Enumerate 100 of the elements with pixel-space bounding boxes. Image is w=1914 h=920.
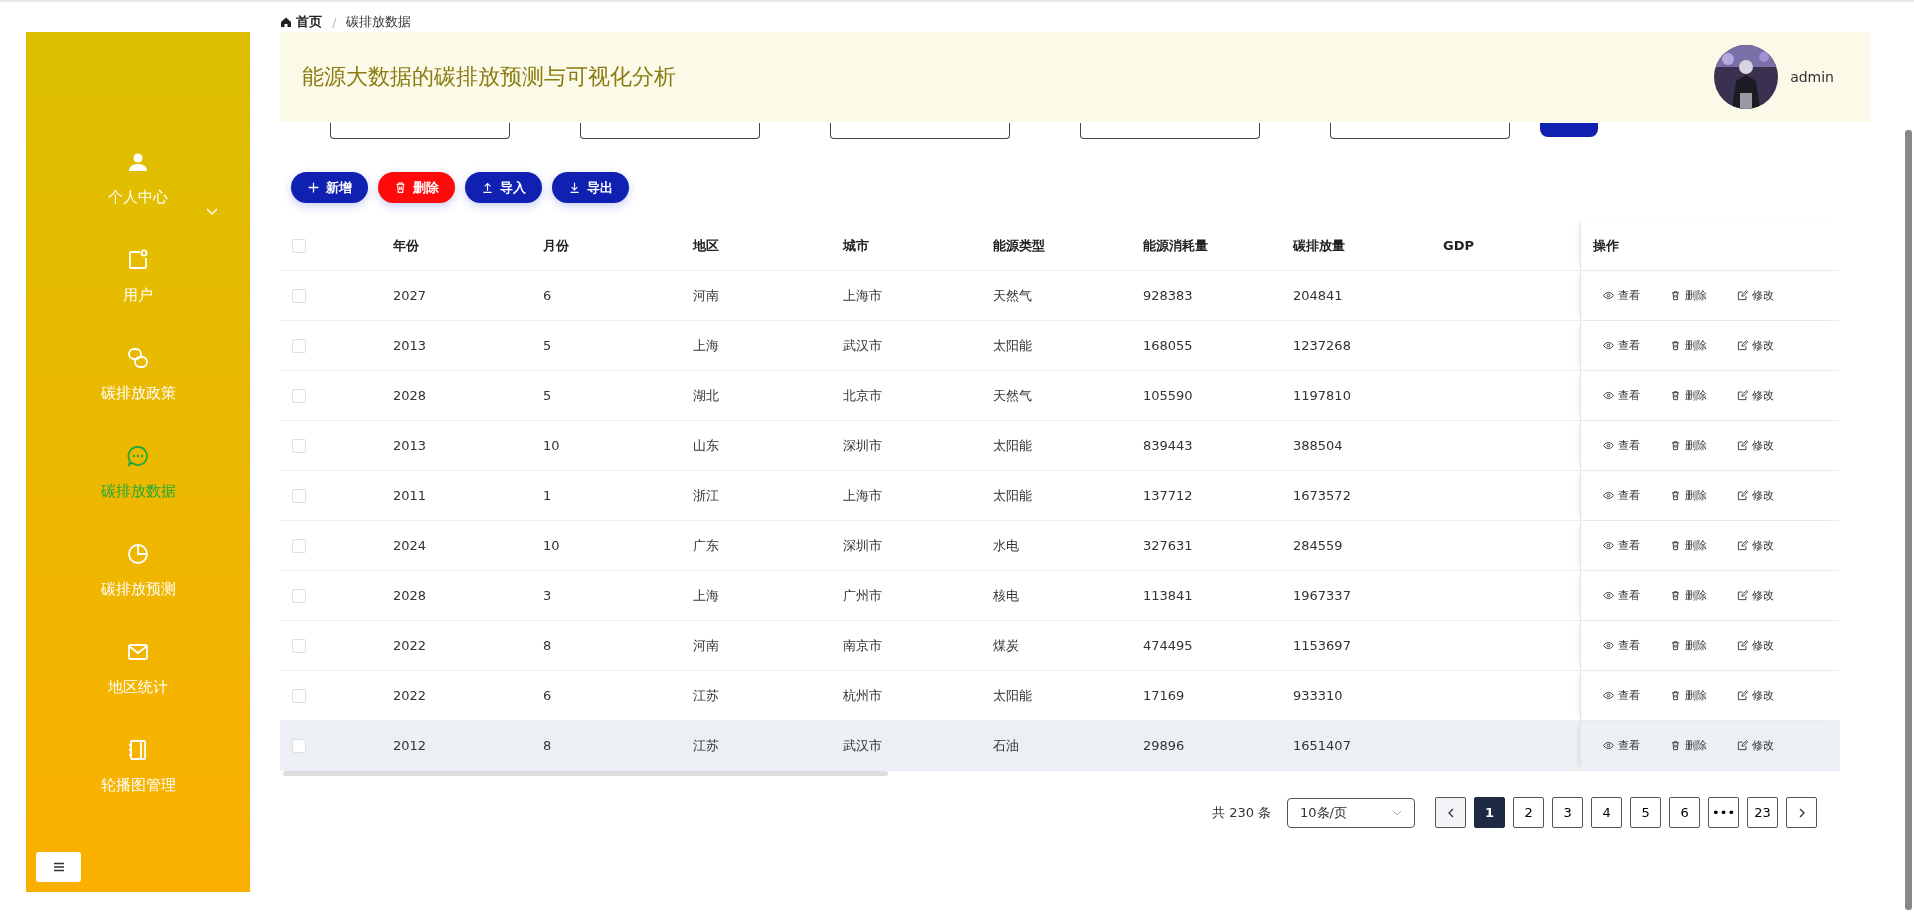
table-cell-text: 上海市 <box>842 286 883 305</box>
table-cell-text: 2012 <box>392 738 428 753</box>
edit-link[interactable]: 修改 <box>1737 288 1774 303</box>
edit-link[interactable]: 修改 <box>1737 738 1774 753</box>
table-row[interactable]: 2028 5 湖北 北京市 天然气 105590 1197810 查看 删除 修改 <box>280 371 1840 421</box>
page-button[interactable]: 3 <box>1552 797 1584 828</box>
export-button[interactable]: 导出 <box>552 172 629 203</box>
table-cell-text: 1967337 <box>1292 588 1352 603</box>
view-link[interactable]: 查看 <box>1603 638 1640 653</box>
table-cell-text: 2022 <box>392 688 428 703</box>
table-cell-text: 山东 <box>692 436 720 455</box>
table-cell-text: 水电 <box>992 536 1020 555</box>
table-cell-text: 5 <box>542 388 553 403</box>
table-cell-text: 2013 <box>392 438 428 453</box>
view-link[interactable]: 查看 <box>1603 538 1640 553</box>
table-cell-text: 1651407 <box>1292 738 1352 753</box>
table-cell-text: 5 <box>542 338 553 353</box>
view-link[interactable]: 查看 <box>1603 288 1640 303</box>
table-row[interactable]: 2012 8 江苏 武汉市 石油 29896 1651407 查看 删除 修改 <box>280 721 1840 771</box>
column-header: 年份 <box>392 236 420 255</box>
table-cell-text: 474495 <box>1142 638 1194 653</box>
table-row[interactable]: 2011 1 浙江 上海市 太阳能 137712 1673572 查看 删除 修改 <box>280 471 1840 521</box>
delete-link[interactable]: 删除 <box>1670 288 1707 303</box>
table-cell-text: 1 <box>542 488 553 503</box>
view-link[interactable]: 查看 <box>1603 688 1640 703</box>
delete-link[interactable]: 删除 <box>1670 588 1707 603</box>
table-cell-text: 137712 <box>1142 488 1194 503</box>
delete-link[interactable]: 删除 <box>1670 388 1707 403</box>
table-cell-text: 6 <box>542 288 553 303</box>
edit-link[interactable]: 修改 <box>1737 638 1774 653</box>
edit-link[interactable]: 修改 <box>1737 438 1774 453</box>
table-cell-text: 2022 <box>392 638 428 653</box>
delete-link[interactable]: 删除 <box>1670 538 1707 553</box>
table-cell-text: 8 <box>542 738 553 753</box>
table-cell-text: 1197810 <box>1292 388 1352 403</box>
page-button[interactable]: 4 <box>1591 797 1623 828</box>
table-cell-text: 北京市 <box>842 386 883 405</box>
delete-link[interactable]: 删除 <box>1670 488 1707 503</box>
import-button[interactable]: 导入 <box>465 172 542 203</box>
table-row[interactable]: 2024 10 广东 深圳市 水电 327631 284559 查看 删除 修改 <box>280 521 1840 571</box>
table-cell-text: 2024 <box>392 538 428 553</box>
breadcrumb-home-link[interactable]: 首页 <box>280 13 322 31</box>
edit-link[interactable]: 修改 <box>1737 388 1774 403</box>
table-cell-text: 上海 <box>692 586 720 605</box>
page-size-select[interactable]: 10条/页 <box>1287 797 1416 828</box>
table-cell-text: 湖北 <box>692 386 720 405</box>
delete-link[interactable]: 删除 <box>1670 738 1707 753</box>
table-cell-text: 武汉市 <box>842 736 883 755</box>
delete-link[interactable]: 删除 <box>1670 688 1707 703</box>
table-cell-text: 石油 <box>992 736 1020 755</box>
view-link[interactable]: 查看 <box>1603 338 1640 353</box>
edit-link[interactable]: 修改 <box>1737 538 1774 553</box>
table-cell-text: 168055 <box>1142 338 1194 353</box>
table-cell-text: 928383 <box>1142 288 1194 303</box>
edit-link[interactable]: 修改 <box>1737 688 1774 703</box>
table-cell-text: 2013 <box>392 338 428 353</box>
delete-link[interactable]: 删除 <box>1670 438 1707 453</box>
table-cell-text: 1673572 <box>1292 488 1352 503</box>
edit-link[interactable]: 修改 <box>1737 588 1774 603</box>
table-cell-text: 284559 <box>1292 538 1344 553</box>
page-button[interactable]: 6 <box>1669 797 1701 828</box>
table-cell-text: 上海市 <box>842 486 883 505</box>
page-button[interactable]: 2 <box>1513 797 1545 828</box>
column-header: GDP <box>1442 238 1475 253</box>
delete-link[interactable]: 删除 <box>1670 638 1707 653</box>
delete-link[interactable]: 删除 <box>1670 338 1707 353</box>
edit-link[interactable]: 修改 <box>1737 488 1774 503</box>
table-cell-text: 2028 <box>392 388 428 403</box>
view-link[interactable]: 查看 <box>1603 488 1640 503</box>
table-cell-text: 太阳能 <box>992 686 1033 705</box>
table-cell-text: 2027 <box>392 288 428 303</box>
app-title: 能源大数据的碳排放预测与可视化分析 <box>302 63 676 91</box>
view-link[interactable]: 查看 <box>1603 738 1640 753</box>
total-count: 共 230 条 <box>1212 803 1272 822</box>
table-cell-text: 10 <box>542 538 561 553</box>
table-row[interactable]: 2022 8 河南 南京市 煤炭 474495 1153697 查看 删除 修改 <box>280 621 1840 671</box>
view-link[interactable]: 查看 <box>1603 588 1640 603</box>
page-button[interactable]: 5 <box>1630 797 1662 828</box>
view-link[interactable]: 查看 <box>1603 388 1640 403</box>
view-link[interactable]: 查看 <box>1603 438 1640 453</box>
page-button[interactable]: 23 <box>1747 797 1779 828</box>
delete-button[interactable]: 删除 <box>378 172 455 203</box>
table-cell-text: 上海 <box>692 336 720 355</box>
table-cell-text: 2011 <box>392 488 428 503</box>
table-cell-text: 河南 <box>692 286 720 305</box>
page-button[interactable]: 1 <box>1474 797 1506 828</box>
user-name[interactable]: admin <box>1790 69 1834 85</box>
table-row[interactable]: 2013 5 上海 武汉市 太阳能 168055 1237268 查看 删除 修改 <box>280 321 1840 371</box>
table-cell-text: 29896 <box>1142 738 1186 753</box>
table-cell-text: 广东 <box>692 536 720 555</box>
table-row[interactable]: 2013 10 山东 深圳市 太阳能 839443 388504 查看 删除 修改 <box>280 421 1840 471</box>
table-row[interactable]: 2027 6 河南 上海市 天然气 928383 204841 查看 删除 修改 <box>280 271 1840 321</box>
edit-link[interactable]: 修改 <box>1737 338 1774 353</box>
column-header: 月份 <box>542 236 570 255</box>
breadcrumb-separator: / <box>332 14 337 30</box>
table-row[interactable]: 2028 3 上海 广州市 核电 113841 1967337 查看 删除 修改 <box>280 571 1840 621</box>
page-button[interactable]: ••• <box>1708 797 1740 828</box>
table-cell-text: 327631 <box>1142 538 1194 553</box>
add-button[interactable]: 新增 <box>291 172 368 203</box>
table-cell-text: 南京市 <box>842 636 883 655</box>
